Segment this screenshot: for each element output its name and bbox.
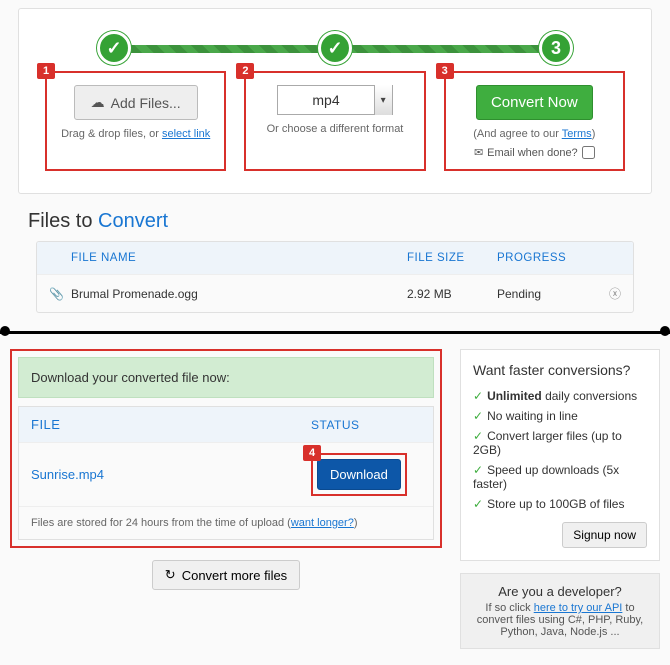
attachment-icon: 📎 [49,287,71,301]
drag-drop-text: Drag & drop files, or [61,128,162,140]
email-when-done-row: ✉ Email when done? [456,146,613,159]
col-file-name: FILE NAME [71,252,407,264]
cancel-file-button[interactable]: ⓧ [597,285,621,302]
step-1-box: 1 ☁ Add Files... Drag & drop files, or s… [45,71,226,171]
signup-button[interactable]: Signup now [562,522,647,548]
check-icon: ✓ [473,497,483,511]
download-file-name: Sunrise.mp4 [31,467,311,482]
select-link[interactable]: select link [162,128,210,140]
promo-title: Want faster conversions? [473,362,647,378]
terms-suffix: ) [592,128,596,140]
files-to-convert-title: Files to Convert [28,210,642,233]
divider-dot-left [0,326,10,336]
download-banner: Download your converted file now: [18,357,434,398]
developer-text: If so click here to try our API to conve… [471,602,649,638]
email-checkbox[interactable] [582,146,595,159]
download-footer: Files are stored for 24 hours from the t… [19,506,433,539]
table-row: 📎 Brumal Promenade.ogg 2.92 MB Pending ⓧ [37,274,633,312]
col-status: STATUS [311,418,421,432]
upload-cloud-icon: ☁ [91,94,105,111]
step-3-box: 3 Convert Now (And agree to our Terms) ✉… [444,71,625,171]
promo-list: ✓Unlimited daily conversions ✓No waiting… [473,386,647,514]
add-files-button[interactable]: ☁ Add Files... [74,85,198,120]
files-table-header: FILE NAME FILE SIZE PROGRESS [37,242,633,274]
convert-more-label: Convert more files [182,568,287,583]
list-item: ✓Speed up downloads (5x faster) [473,460,647,494]
download-button-wrap: 4 Download [311,453,407,496]
download-table-header: FILE STATUS [19,407,433,442]
progress-stepper: ✓ ✓ 3 [97,27,573,67]
mail-icon: ✉ [474,146,483,159]
faster-conversions-promo: Want faster conversions? ✓Unlimited dail… [460,349,660,561]
download-button[interactable]: Download [317,459,401,490]
file-progress-cell: Pending [497,287,597,301]
annotation-badge-2: 2 [236,63,254,79]
download-row: Sunrise.mp4 4 Download [19,442,433,506]
footer-suffix: ) [354,517,358,529]
file-size-cell: 2.92 MB [407,287,497,301]
list-item: ✓No waiting in line [473,406,647,426]
convert-more-button[interactable]: ↻ Convert more files [152,560,300,590]
list-item: ✓Store up to 100GB of files [473,494,647,514]
step-2-box: 2 mp4 ▾ Or choose a different format [244,71,425,171]
chevron-down-icon: ▾ [374,85,392,115]
annotation-badge-1: 1 [37,63,55,79]
check-icon: ✓ [473,463,483,477]
step-2-circle: ✓ [318,31,352,65]
convert-now-button[interactable]: Convert Now [476,85,593,120]
refresh-icon: ↻ [165,567,176,583]
title-prefix: Files to [28,210,98,232]
steps-card: ✓ ✓ 3 1 ☁ Add Files... Drag & drop files… [18,8,652,194]
list-item: ✓Convert larger files (up to 2GB) [473,426,647,460]
terms-link[interactable]: Terms [562,128,592,140]
api-link[interactable]: here to try our API [534,602,623,614]
annotation-badge-3: 3 [436,63,454,79]
terms-text: (And agree to our Terms) [456,128,613,140]
step-2-subtext: Or choose a different format [256,123,413,135]
annotation-badge-4: 4 [303,445,321,461]
format-value: mp4 [278,92,373,108]
step-1-circle: ✓ [97,31,131,65]
check-icon: ✓ [473,429,483,443]
developer-promo: Are you a developer? If so click here to… [460,573,660,649]
footer-prefix: Files are stored for 24 hours from the t… [31,517,291,529]
format-select[interactable]: mp4 ▾ [277,85,392,115]
col-file: FILE [31,417,311,432]
terms-prefix: (And agree to our [473,128,561,140]
step-1-subtext: Drag & drop files, or select link [57,128,214,140]
download-panel: Download your converted file now: FILE S… [10,349,442,548]
download-table: FILE STATUS Sunrise.mp4 4 Download Files… [18,406,434,540]
list-item: ✓Unlimited daily conversions [473,386,647,406]
check-icon: ✓ [473,389,483,403]
file-name-cell: Brumal Promenade.ogg [71,287,407,301]
col-progress: PROGRESS [497,252,597,264]
title-accent: Convert [98,210,168,232]
col-file-size: FILE SIZE [407,252,497,264]
divider-dot-right [660,326,670,336]
check-icon: ✓ [473,409,483,423]
want-longer-link[interactable]: want longer? [291,517,354,529]
add-files-label: Add Files... [111,95,181,111]
step-3-circle: 3 [539,31,573,65]
email-label: Email when done? [487,147,578,159]
files-table: FILE NAME FILE SIZE PROGRESS 📎 Brumal Pr… [36,241,634,313]
section-divider [0,327,670,337]
